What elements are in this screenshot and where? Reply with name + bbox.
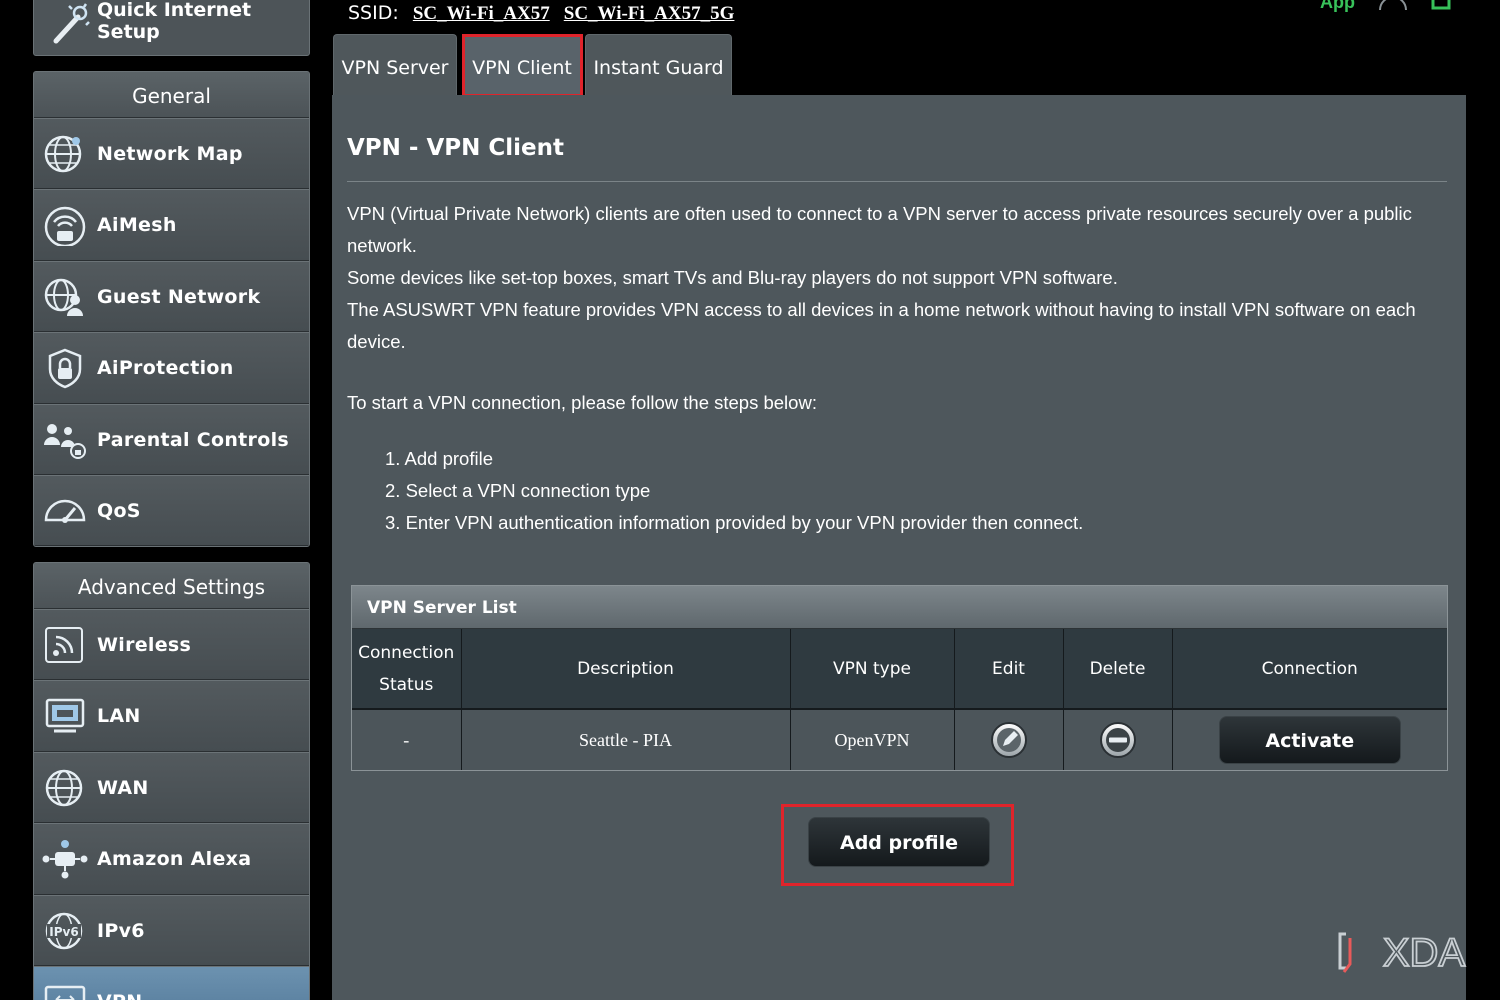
- family-lock-icon: [44, 423, 86, 459]
- main-panel: VPN - VPN Client VPN (Virtual Private Ne…: [332, 95, 1466, 1000]
- xda-watermark-logo: XDA: [1338, 930, 1466, 976]
- description-paragraph: The ASUSWRT VPN feature provides VPN acc…: [347, 299, 1416, 352]
- cell-description: Seattle - PIA: [461, 709, 791, 770]
- quick-internet-setup[interactable]: Quick Internet Setup: [33, 0, 310, 56]
- sidebar-item-label: IPv6: [97, 919, 145, 942]
- globe-network-icon: [44, 135, 82, 173]
- col-edit: Edit: [954, 629, 1064, 710]
- sidebar-item-label: VPN: [97, 967, 142, 1000]
- sidebar-item-label: Guest Network: [97, 285, 261, 308]
- activate-button[interactable]: Activate: [1218, 716, 1401, 764]
- user-status-icon[interactable]: [1376, 0, 1410, 12]
- cell-vpn-type: OpenVPN: [790, 709, 955, 770]
- tab-instant-guard[interactable]: Instant Guard: [585, 34, 732, 96]
- wireless-icon: [45, 627, 83, 663]
- gauge-icon: [44, 499, 86, 523]
- sidebar-item-vpn[interactable]: VPN: [34, 965, 309, 1000]
- delete-minus-icon[interactable]: [1099, 721, 1137, 759]
- ssid-label: SSID:: [348, 2, 399, 24]
- tab-vpn-client[interactable]: VPN Client: [462, 34, 582, 96]
- table-header-row: Connection Status Description VPN type Ed…: [352, 629, 1447, 710]
- router-admin-page: Quick Internet Setup General Network Map: [0, 0, 1500, 1000]
- cell-status: -: [352, 709, 462, 770]
- advanced-settings-menu: Advanced Settings Wireless LAN WAN Amazo…: [33, 562, 310, 1000]
- steps-intro: To start a VPN connection, please follow…: [347, 392, 817, 413]
- sidebar-item-network-map[interactable]: Network Map: [34, 118, 309, 190]
- watermark-text: XDA: [1383, 931, 1466, 975]
- sidebar-item-wireless[interactable]: Wireless: [34, 609, 309, 681]
- step-item: 2. Select a VPN connection type: [385, 480, 651, 501]
- general-menu: General Network Map AiMesh Guest Network…: [33, 71, 310, 547]
- sidebar-item-label: Amazon Alexa: [97, 848, 252, 871]
- add-profile-button[interactable]: Add profile: [808, 817, 990, 867]
- ipv6-globe-icon: IPv6: [45, 912, 83, 949]
- advanced-menu-title: Advanced Settings: [34, 563, 309, 609]
- page-title: VPN - VPN Client: [347, 135, 564, 161]
- sidebar-item-aimesh[interactable]: AiMesh: [34, 189, 309, 261]
- step-item: 3. Enter VPN authentication information …: [385, 512, 1084, 533]
- sidebar-item-lan[interactable]: LAN: [34, 680, 309, 752]
- wand-icon: [53, 3, 90, 44]
- cell-connection: Activate: [1172, 709, 1447, 770]
- app-link[interactable]: App: [1320, 0, 1355, 13]
- alexa-router-icon: [42, 840, 88, 879]
- description-paragraph: VPN (Virtual Private Network) clients ar…: [347, 203, 1412, 256]
- aimesh-router-icon: [44, 207, 86, 247]
- ssid-link-2g[interactable]: SC_Wi-Fi_AX57: [413, 3, 550, 24]
- server-list-table: Connection Status Description VPN type Ed…: [352, 629, 1447, 770]
- svg-text:IPv6: IPv6: [49, 925, 78, 939]
- vpn-server-list: VPN Server List Connection Status Descrip…: [351, 585, 1448, 771]
- sidebar-item-label: Parental Controls: [97, 428, 290, 451]
- quick-setup-label: Quick Internet Setup: [97, 0, 252, 43]
- sidebar-item-label: QoS: [97, 499, 141, 522]
- edit-pencil-icon[interactable]: [990, 721, 1028, 759]
- col-description: Description: [461, 629, 791, 710]
- sidebar-item-label: Network Map: [97, 143, 243, 165]
- title-divider: [347, 181, 1447, 182]
- sidebar-item-guest-network[interactable]: Guest Network: [34, 260, 309, 333]
- sidebar-item-parental-controls[interactable]: Parental Controls: [34, 403, 309, 475]
- shield-lock-icon: [48, 348, 82, 389]
- col-vpn-type: VPN type: [790, 629, 955, 710]
- ssid-display: SSID: SC_Wi-Fi_AX57 SC_Wi-Fi_AX57_5G: [348, 2, 734, 25]
- sidebar-item-ipv6[interactable]: IPv6 IPv6: [34, 894, 309, 966]
- vpn-description: VPN (Virtual Private Network) clients ar…: [347, 198, 1447, 358]
- sidebar-item-qos[interactable]: QoS: [34, 474, 309, 546]
- table-row: - Seattle - PIA OpenVPN Activate: [352, 709, 1447, 770]
- tab-vpn-server[interactable]: VPN Server: [333, 34, 457, 96]
- col-delete: Delete: [1063, 629, 1173, 710]
- lan-monitor-icon: [45, 699, 85, 733]
- sidebar-item-label: AiProtection: [97, 357, 234, 380]
- sidebar-item-aiprotection[interactable]: AiProtection: [34, 332, 309, 404]
- step-item: 1. Add profile: [385, 448, 493, 469]
- sidebar-item-wan[interactable]: WAN: [34, 751, 309, 824]
- cell-edit: [954, 709, 1064, 770]
- usb-status-icon[interactable]: [1428, 0, 1454, 12]
- server-list-title: VPN Server List: [352, 586, 1447, 629]
- sidebar-item-label: Wireless: [97, 634, 192, 656]
- general-menu-title: General: [34, 72, 309, 118]
- steps-list: 1. Add profile 2. Select a VPN connectio…: [385, 443, 1083, 539]
- sidebar-item-amazon-alexa[interactable]: Amazon Alexa: [34, 823, 309, 895]
- ssid-link-5g[interactable]: SC_Wi-Fi_AX57_5G: [564, 3, 735, 24]
- col-connection: Connection: [1172, 629, 1447, 710]
- sidebar-item-label: AiMesh: [97, 214, 177, 237]
- cell-delete: [1063, 709, 1173, 770]
- description-paragraph: Some devices like set-top boxes, smart T…: [347, 267, 1118, 288]
- col-connection-status: Connection Status: [352, 629, 462, 710]
- vpn-icon: [44, 985, 86, 1000]
- guest-network-icon: [44, 278, 83, 316]
- sidebar-item-label: WAN: [97, 776, 149, 799]
- sidebar-item-label: LAN: [97, 705, 141, 728]
- wan-globe-icon: [45, 769, 83, 807]
